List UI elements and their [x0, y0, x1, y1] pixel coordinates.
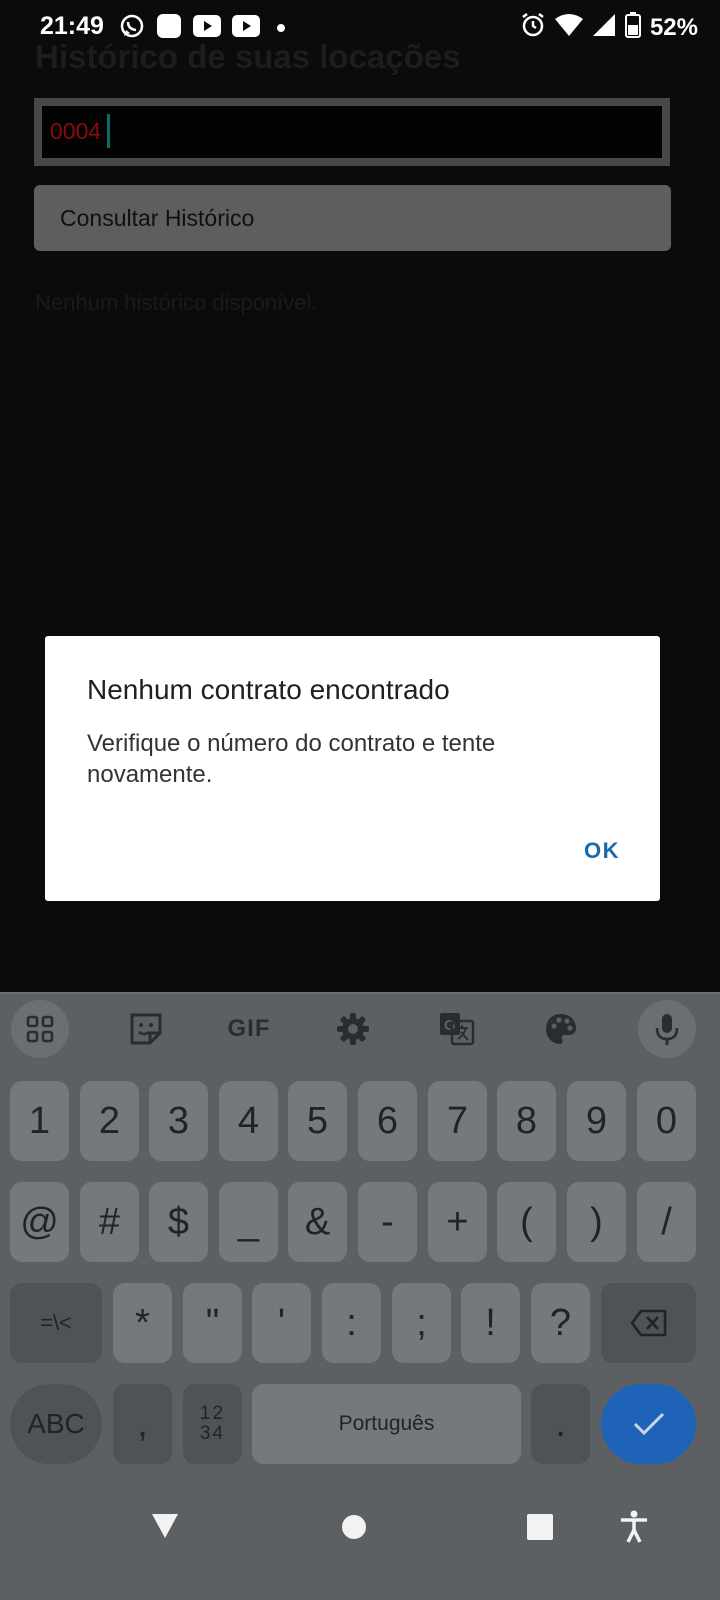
home-icon[interactable] [341, 1514, 367, 1545]
palette-icon[interactable] [532, 1000, 590, 1058]
key-0[interactable]: 0 [637, 1081, 696, 1161]
text-cursor [107, 114, 110, 148]
notification-icons [119, 13, 291, 44]
keyboard-divider [0, 992, 720, 994]
app-icon [156, 13, 182, 44]
key-colon[interactable]: : [322, 1283, 381, 1363]
translate-icon[interactable]: G [428, 1000, 486, 1058]
back-icon[interactable] [150, 1512, 180, 1545]
status-time: 21:49 [40, 12, 104, 40]
whatsapp-icon [119, 13, 145, 44]
consult-history-button[interactable]: Consultar Histórico [34, 185, 671, 251]
backspace-key[interactable] [601, 1283, 696, 1363]
navigation-bar [0, 1480, 720, 1600]
battery-icon [624, 12, 641, 43]
key-ampersand[interactable]: & [288, 1182, 347, 1262]
key-2[interactable]: 2 [80, 1081, 139, 1161]
key-asterisk[interactable]: * [113, 1283, 172, 1363]
key-single-quote[interactable]: ' [252, 1283, 311, 1363]
key-minus[interactable]: - [358, 1182, 417, 1262]
svg-text:G: G [444, 1017, 456, 1034]
alert-dialog: Nenhum contrato encontrado Verifique o n… [45, 636, 660, 901]
numpad-key[interactable]: 12 34 [183, 1384, 242, 1464]
youtube-icon [232, 15, 260, 42]
key-dollar[interactable]: $ [149, 1182, 208, 1262]
battery-percentage: 52% [649, 13, 698, 41]
key-more-symbols[interactable]: =\< [10, 1283, 102, 1363]
empty-history-message: Nenhum histórico disponível. [35, 290, 318, 315]
contract-number-input[interactable] [50, 116, 610, 146]
alarm-icon [520, 12, 546, 43]
key-8[interactable]: 8 [497, 1081, 556, 1161]
youtube-icon [193, 15, 221, 42]
dialog-title: Nenhum contrato encontrado [87, 674, 450, 705]
key-open-paren[interactable]: ( [497, 1182, 556, 1262]
gif-icon[interactable]: GIF [220, 1000, 278, 1058]
contract-number-field[interactable] [34, 98, 670, 166]
key-1[interactable]: 1 [10, 1081, 69, 1161]
key-close-paren[interactable]: ) [567, 1182, 626, 1262]
accessibility-icon[interactable] [619, 1510, 649, 1549]
enter-key[interactable] [601, 1384, 696, 1464]
recents-icon[interactable] [527, 1514, 553, 1545]
abc-key[interactable]: ABC [10, 1384, 102, 1464]
system-icons: 52% [520, 12, 698, 43]
key-slash[interactable]: / [637, 1182, 696, 1262]
key-question[interactable]: ? [531, 1283, 590, 1363]
space-key[interactable]: Português [252, 1384, 521, 1464]
key-underscore[interactable]: _ [219, 1182, 278, 1262]
backspace-icon [630, 1309, 666, 1337]
key-hash[interactable]: # [80, 1182, 139, 1262]
key-9[interactable]: 9 [567, 1081, 626, 1161]
apps-icon[interactable] [11, 1000, 69, 1058]
comma-key[interactable]: , [113, 1384, 172, 1464]
dot-icon [271, 15, 291, 42]
key-4[interactable]: 4 [219, 1081, 278, 1161]
period-key[interactable]: . [531, 1384, 590, 1464]
numpad-key-bottom: 34 [199, 1423, 226, 1444]
key-at[interactable]: @ [10, 1182, 69, 1262]
sticker-icon[interactable] [117, 1000, 175, 1058]
key-5[interactable]: 5 [288, 1081, 347, 1161]
mic-icon[interactable] [638, 1000, 696, 1058]
key-semicolon[interactable]: ; [392, 1283, 451, 1363]
key-double-quote[interactable]: " [183, 1283, 242, 1363]
key-plus[interactable]: + [428, 1182, 487, 1262]
key-6[interactable]: 6 [358, 1081, 417, 1161]
key-3[interactable]: 3 [149, 1081, 208, 1161]
ok-button[interactable]: OK [584, 838, 620, 864]
gif-label: GIF [227, 1015, 271, 1042]
key-7[interactable]: 7 [428, 1081, 487, 1161]
dialog-message: Verifique o número do contrato e tente n… [87, 730, 496, 788]
signal-icon [592, 13, 616, 42]
key-exclamation[interactable]: ! [461, 1283, 520, 1363]
status-bar: 21:49 52% [0, 0, 720, 56]
wifi-icon [554, 13, 583, 42]
checkmark-icon [633, 1412, 664, 1436]
settings-icon[interactable] [324, 1000, 382, 1058]
numpad-key-top: 12 [199, 1403, 226, 1424]
